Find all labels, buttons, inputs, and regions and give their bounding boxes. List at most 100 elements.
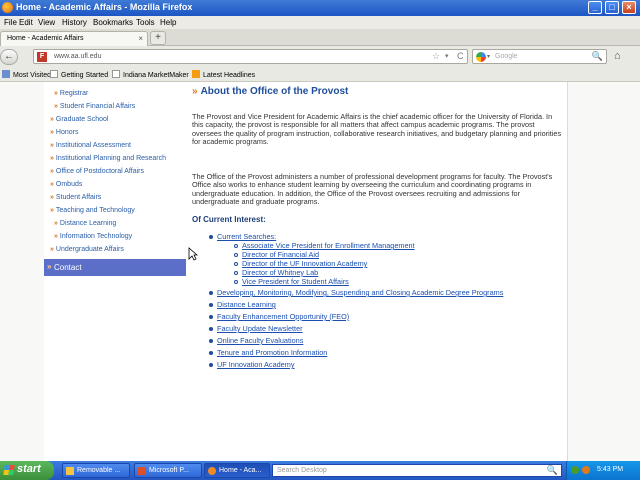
link-search-avp-enrollment[interactable]: Associate Vice President for Enrollment … [242,241,415,250]
menu-view[interactable]: View [38,18,55,27]
nav-item-contact[interactable]: » Contact [44,259,186,276]
url-dropdown-icon[interactable]: ▾ [445,52,449,60]
bullet-icon [209,291,213,295]
page-body: » Registrar » Student Financial Affairs » G… [44,82,568,461]
bookmark-label: Latest Headlines [203,72,256,79]
windows-logo-icon [3,465,15,475]
bookmarks-toolbar: Most Visited Getting Started Indiana Mar… [0,67,640,82]
link-online-evaluations[interactable]: Online Faculty Evaluations [217,336,303,345]
bullet-icon [234,262,238,266]
nav-item-postdoctoral-affairs[interactable]: » Office of Postdoctoral Affairs [50,168,144,175]
site-favicon-icon: F [37,52,47,62]
bookmark-star-icon[interactable]: ☆ [432,51,440,62]
page-icon [112,70,120,78]
new-tab-button[interactable]: + [150,31,166,45]
menu-edit[interactable]: Edit [19,18,33,27]
firefox-icon [208,467,216,475]
link-uf-innovation-academy[interactable]: UF Innovation Academy [217,360,294,369]
main-content: » About the Office of the Provost The Pro… [192,82,564,461]
nav-item-information-technology[interactable]: » Information Technology [54,233,132,240]
link-current-searches[interactable]: Current Searches: [217,232,276,241]
nav-item-undergraduate-affairs[interactable]: » Undergraduate Affairs [50,246,124,253]
provost-office-paragraph: The Office of the Provost administers a … [192,172,553,207]
firefox-icon [2,2,13,13]
left-navigation: » Registrar » Student Financial Affairs » G… [44,82,186,461]
link-faculty-newsletter[interactable]: Faculty Update Newsletter [217,324,303,333]
page-icon [50,70,58,78]
bullet-icon [209,327,213,331]
nav-item-graduate-school[interactable]: » Graduate School [50,116,108,123]
bookmark-getting-started[interactable]: Getting Started [50,70,108,79]
back-button[interactable]: ← [0,49,18,65]
page-title: » About the Office of the Provost [192,86,349,97]
link-feo[interactable]: Faculty Enhancement Opportunity (FEO) [217,312,349,321]
system-tray: 5:43 PM [566,461,640,480]
search-icon[interactable]: 🔍 [592,51,603,62]
heading-arrow-icon: » [192,86,198,97]
search-input[interactable]: Google [495,53,518,60]
search-icon[interactable]: 🔍 [547,465,558,476]
home-icon[interactable]: ⌂ [614,50,621,62]
windows-taskbar: start Removable ... Microsoft P... Home … [0,461,640,480]
link-distance-learning[interactable]: Distance Learning [217,300,276,309]
link-search-vp-student-affairs[interactable]: Vice President for Student Affairs [242,277,349,286]
bullet-icon [234,244,238,248]
bookmark-label: Getting Started [61,72,109,79]
nav-item-registrar[interactable]: » Registrar [54,90,88,97]
tray-app-icon[interactable] [582,466,590,474]
task-microsoft-powerpoint[interactable]: Microsoft P... [134,463,202,478]
google-icon[interactable] [476,52,486,62]
rss-icon [192,70,200,78]
intro-paragraph: The Provost and Vice President for Acade… [192,112,562,147]
menu-bookmarks[interactable]: Bookmarks [93,18,133,27]
start-button[interactable]: start [0,461,54,480]
close-button[interactable]: × [622,1,636,14]
folder-icon [66,467,74,475]
mouse-cursor-icon [188,247,198,261]
current-interest-heading: Of Current Interest: [192,215,266,224]
search-engine-dropdown-icon[interactable]: ▾ [487,53,490,60]
task-firefox-home[interactable]: Home - Aca... [204,463,270,478]
link-degree-programs[interactable]: Developing, Monitoring, Modifying, Suspe… [217,288,503,297]
bookmark-label: Indiana MarketMaker [123,72,189,79]
menu-file[interactable]: File [4,18,17,27]
menu-tools[interactable]: Tools [136,18,155,27]
link-search-innovation-academy[interactable]: Director of the UF Innovation Academy [242,259,367,268]
tab-label: Home - Academic Affairs [7,35,84,42]
bookmark-most-visited[interactable]: Most Visited [2,70,51,79]
firefox-window: Home - Academic Affairs - Mozilla Firefo… [0,0,640,480]
task-removable-disk[interactable]: Removable ... [62,463,130,478]
bullet-icon [209,363,213,367]
bookmark-label: Most Visited [13,72,51,79]
nav-item-distance-learning[interactable]: » Distance Learning [54,220,116,227]
link-search-whitney-lab[interactable]: Director of Whitney Lab [242,268,318,277]
menu-bar: File Edit View History Bookmarks Tools H… [0,16,640,29]
bullet-icon [209,303,213,307]
nav-item-institutional-assessment[interactable]: » Institutional Assessment [50,142,131,149]
nav-item-institutional-planning[interactable]: » Institutional Planning and Research [50,155,166,162]
nav-item-ombuds[interactable]: » Ombuds [50,181,82,188]
tab-close-icon[interactable]: × [138,34,143,43]
nav-item-honors[interactable]: » Honors [50,129,78,136]
reload-icon[interactable]: C [457,51,464,61]
minimize-button[interactable]: _ [588,1,602,14]
network-icon[interactable] [571,466,579,474]
bookmark-indiana-marketmaker[interactable]: Indiana MarketMaker [112,70,189,79]
desktop-search-input[interactable]: Search Desktop 🔍 [272,464,562,477]
search-bar[interactable]: ▾ Google 🔍 [472,49,607,64]
url-bar[interactable]: F www.aa.ufl.edu ☆ ▾ C [33,49,468,64]
menu-history[interactable]: History [62,18,87,27]
contact-label: Contact [54,263,82,272]
nav-item-student-affairs[interactable]: » Student Affairs [50,194,101,201]
maximize-button[interactable]: □ [605,1,619,14]
menu-help[interactable]: Help [160,18,176,27]
tab-home-academic-affairs[interactable]: Home - Academic Affairs × [0,31,148,46]
link-search-financial-aid[interactable]: Director of Financial Aid [242,250,319,259]
nav-item-student-financial-affairs[interactable]: » Student Financial Affairs [54,103,135,110]
nav-item-teaching-and-technology[interactable]: » Teaching and Technology [50,207,135,214]
bullet-icon [209,235,213,239]
bookmark-latest-headlines[interactable]: Latest Headlines [192,70,255,79]
link-tenure-promotion[interactable]: Tenure and Promotion Information [217,348,327,357]
web-content: » Registrar » Student Financial Affairs » G… [0,82,640,461]
url-text[interactable]: www.aa.ufl.edu [54,53,101,60]
